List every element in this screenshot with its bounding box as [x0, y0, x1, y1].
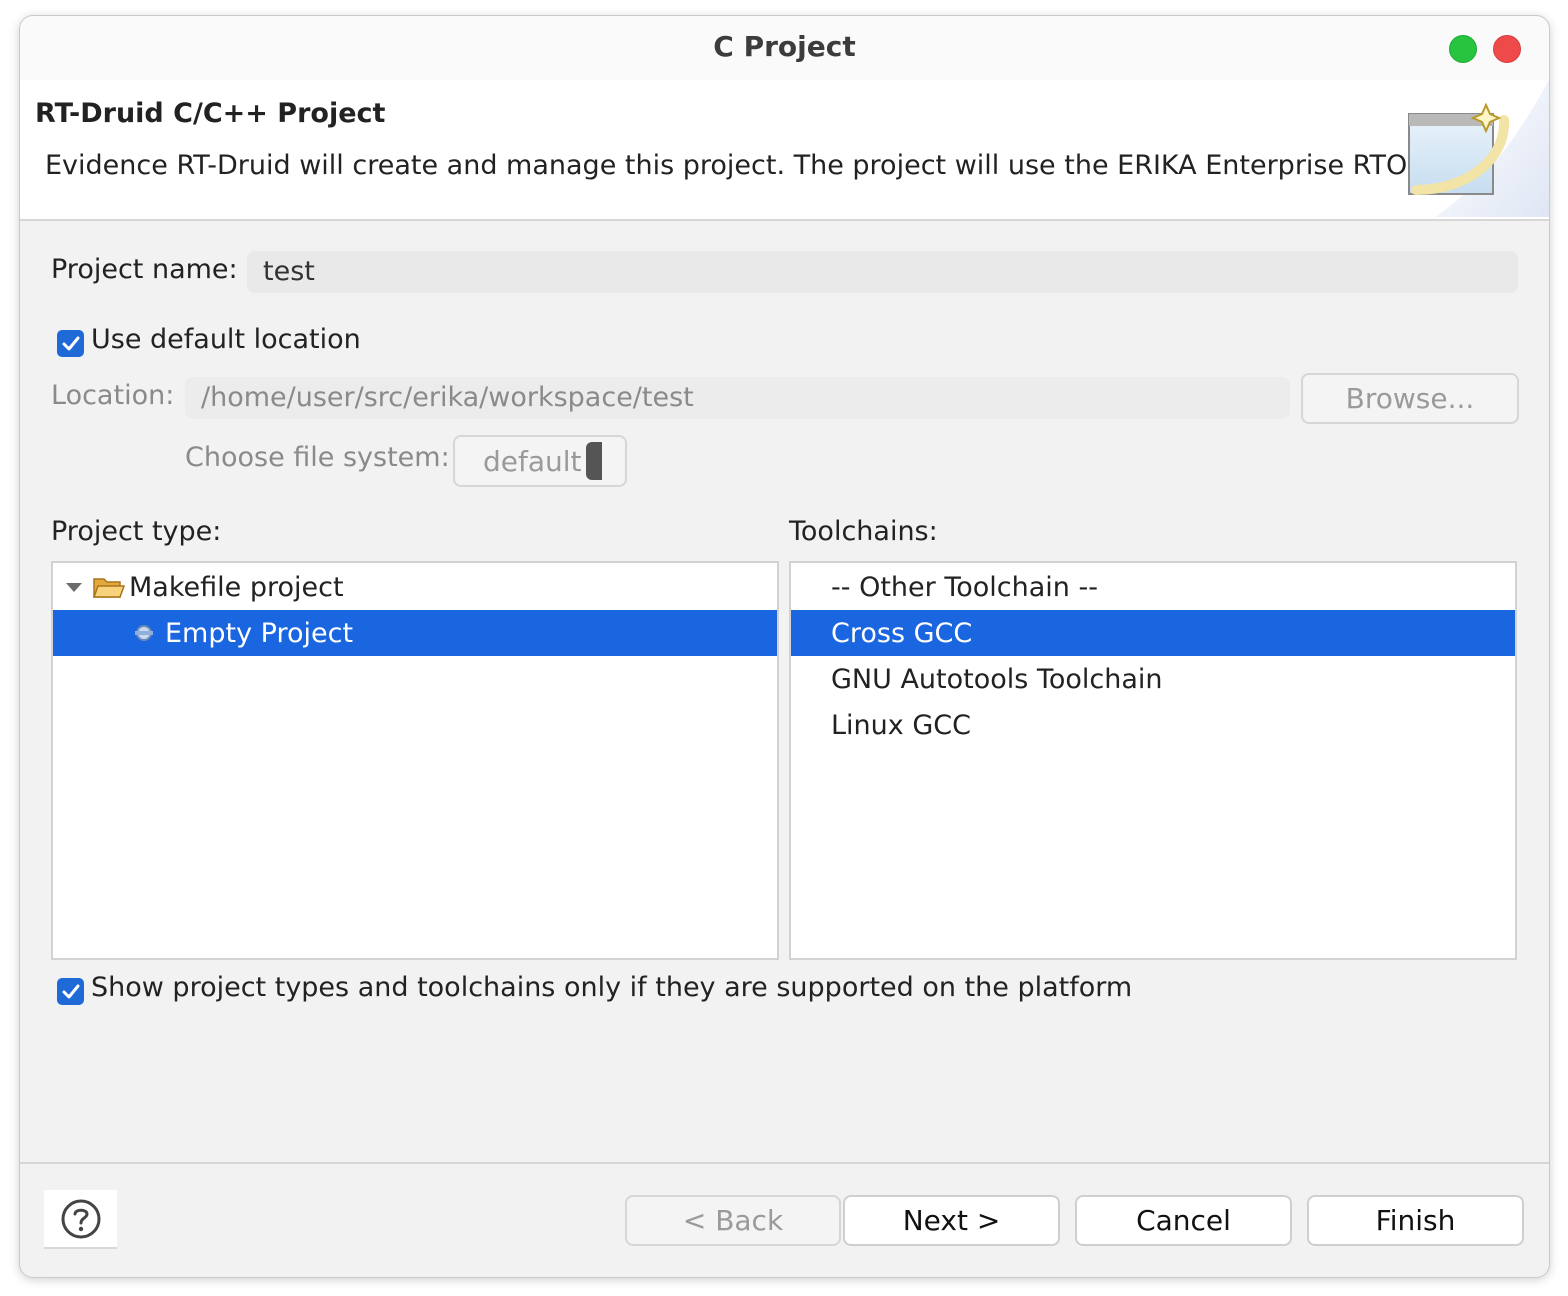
project-type-tree[interactable]: Makefile project Empty Project	[51, 561, 779, 960]
use-default-location-label: Use default location	[91, 324, 361, 355]
list-item-label: -- Other Toolchain --	[831, 571, 1098, 603]
list-item-label: Cross GCC	[831, 617, 973, 649]
list-item-label: Linux GCC	[831, 709, 971, 741]
checkmark-icon	[62, 984, 79, 998]
help-icon	[61, 1199, 100, 1238]
wizard-page-title: RT-Druid C/C++ Project	[35, 98, 386, 129]
new-project-wizard-icon	[1408, 80, 1549, 217]
location-label: Location:	[51, 380, 175, 411]
close-button[interactable]	[1493, 35, 1521, 63]
file-system-label: Choose file system:	[185, 442, 450, 473]
tree-item-label: Makefile project	[129, 571, 344, 603]
wizard-header: RT-Druid C/C++ Project Evidence RT-Druid…	[20, 80, 1549, 221]
project-name-input[interactable]: test	[247, 251, 1518, 293]
toolchains-label: Toolchains:	[789, 516, 938, 547]
next-button[interactable]: Next >	[843, 1195, 1060, 1246]
list-item-gnu-autotools[interactable]: GNU Autotools Toolchain	[791, 656, 1515, 702]
help-button[interactable]	[44, 1190, 117, 1249]
cancel-button[interactable]: Cancel	[1075, 1195, 1292, 1246]
c-project-dialog: C Project RT-Druid C/C++ Project Evidenc…	[19, 15, 1550, 1278]
supported-only-checkbox[interactable]	[57, 978, 84, 1005]
file-system-dropdown[interactable]: default	[453, 435, 627, 487]
window-title: C Project	[713, 30, 856, 63]
list-item-linux-gcc[interactable]: Linux GCC	[791, 702, 1515, 748]
use-default-location-checkbox[interactable]	[57, 330, 84, 357]
toolchains-list[interactable]: -- Other Toolchain -- Cross GCC GNU Auto…	[789, 561, 1517, 960]
list-item-cross-gcc[interactable]: Cross GCC	[791, 610, 1515, 656]
file-system-value: default	[483, 444, 582, 478]
location-input[interactable]: /home/user/src/erika/workspace/test	[185, 377, 1290, 419]
list-item-label: GNU Autotools Toolchain	[831, 663, 1163, 695]
title-bar: C Project	[20, 16, 1549, 80]
tree-item-makefile-project[interactable]: Makefile project	[53, 564, 777, 610]
project-gear-icon	[135, 625, 153, 641]
back-button[interactable]: < Back	[625, 1195, 841, 1246]
supported-only-label: Show project types and toolchains only i…	[91, 972, 1133, 1003]
tree-item-label: Empty Project	[165, 617, 354, 649]
list-item-other-toolchain[interactable]: -- Other Toolchain --	[791, 564, 1515, 610]
project-type-label: Project type:	[51, 516, 222, 547]
folder-open-icon	[93, 578, 125, 598]
project-name-label: Project name:	[51, 254, 238, 285]
expand-triangle-icon	[66, 583, 82, 592]
footer-separator	[20, 1162, 1549, 1164]
browse-button[interactable]: Browse...	[1301, 373, 1519, 424]
finish-button[interactable]: Finish	[1307, 1195, 1524, 1246]
checkmark-icon	[62, 336, 79, 350]
dropdown-arrow-icon	[585, 442, 602, 480]
wizard-page-description: Evidence RT-Druid will create and manage…	[45, 150, 1433, 181]
maximize-button[interactable]	[1449, 35, 1477, 63]
tree-item-empty-project[interactable]: Empty Project	[53, 610, 777, 656]
